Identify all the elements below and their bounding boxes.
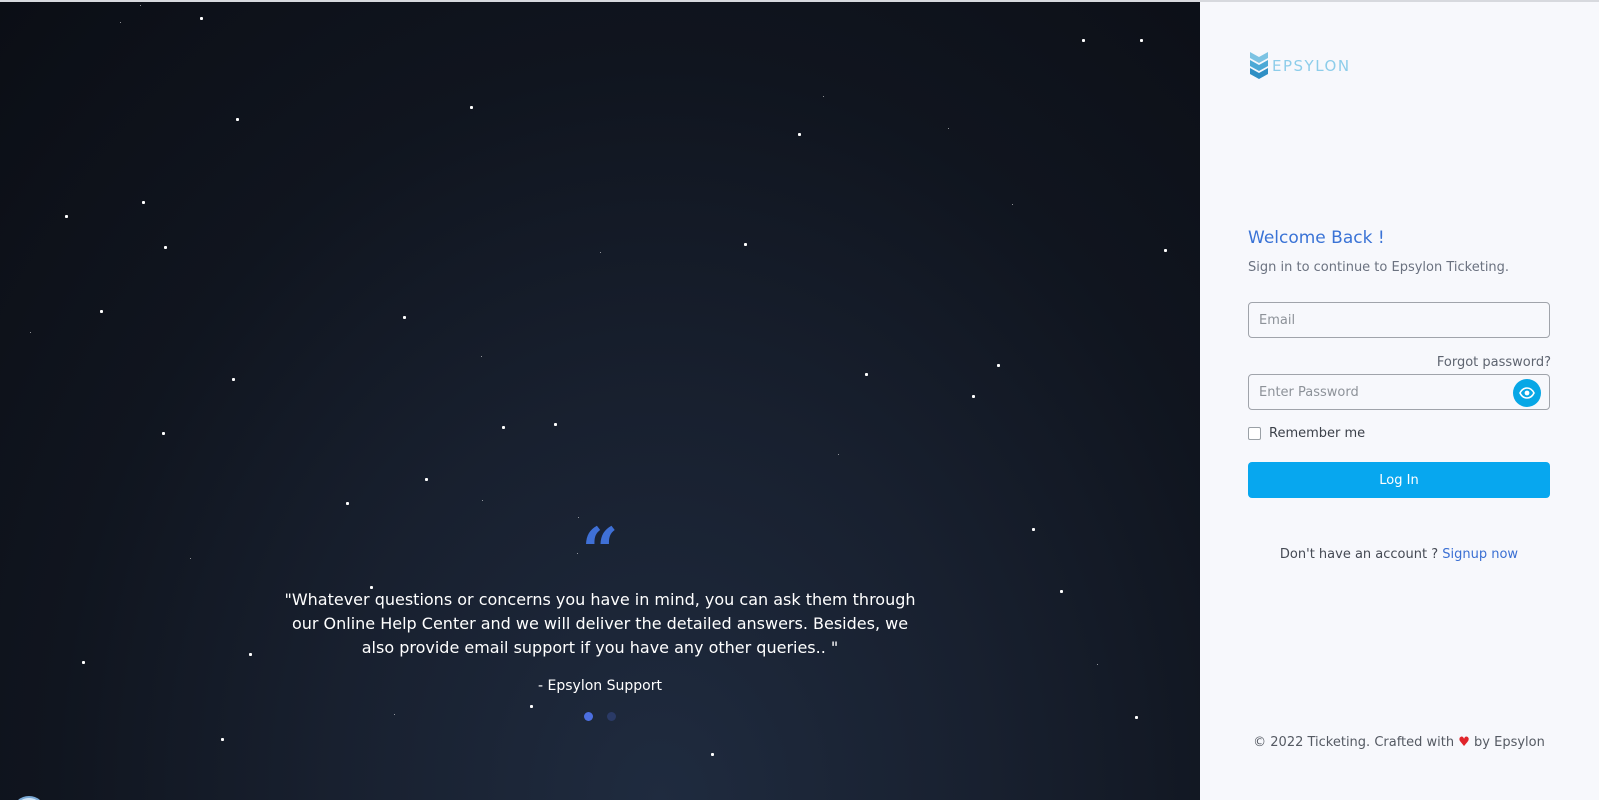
remember-me[interactable]: Remember me	[1248, 426, 1365, 441]
show-password-button[interactable]	[1513, 379, 1541, 407]
hero-panel: “ "Whatever questions or concerns you ha…	[0, 2, 1200, 800]
star	[221, 738, 224, 741]
star	[823, 96, 824, 97]
star	[1012, 204, 1013, 205]
forgot-password-link[interactable]: Forgot password?	[1437, 355, 1551, 370]
star	[948, 128, 949, 129]
remember-me-label: Remember me	[1269, 426, 1366, 441]
quote-icon: “	[581, 514, 619, 589]
star	[249, 653, 252, 656]
star	[82, 661, 85, 664]
star	[838, 454, 839, 455]
email-field-wrapper	[1248, 302, 1550, 338]
signup-prompt-text: Don't have an account ?	[1279, 547, 1443, 562]
star	[162, 432, 165, 435]
login-button[interactable]: Log In	[1248, 462, 1550, 498]
star	[346, 502, 349, 505]
welcome-subtitle: Sign in to continue to Epsylon Ticketing…	[1248, 260, 1510, 275]
remember-me-checkbox[interactable]	[1248, 427, 1261, 440]
chevron-stack-icon	[1248, 49, 1270, 83]
star	[865, 373, 868, 376]
brand-logo[interactable]: EPSYLON	[1248, 50, 1351, 82]
star	[481, 356, 482, 357]
star	[164, 246, 167, 249]
star	[232, 378, 235, 381]
footer-prefix: © 2022 Ticketing. Crafted with	[1253, 735, 1459, 750]
testimonial-text: "Whatever questions or concerns you have…	[284, 590, 916, 657]
heart-icon: ♥	[1458, 735, 1470, 750]
star	[972, 395, 975, 398]
star	[142, 201, 145, 204]
star	[403, 316, 406, 319]
star	[236, 118, 239, 121]
password-field-wrapper	[1248, 374, 1550, 410]
star	[482, 500, 483, 501]
star	[1060, 590, 1063, 593]
star	[30, 332, 31, 333]
star	[425, 478, 428, 481]
password-field[interactable]	[1249, 375, 1519, 409]
star	[578, 517, 579, 518]
testimonial: “ "Whatever questions or concerns you ha…	[280, 514, 920, 721]
chat-bubble-icon[interactable]	[12, 796, 46, 800]
email-field[interactable]	[1249, 303, 1519, 337]
star	[798, 133, 801, 136]
welcome-title: Welcome Back !	[1248, 228, 1385, 248]
signup-prompt: Don't have an account ? Signup now	[1248, 547, 1550, 562]
star	[554, 423, 557, 426]
star	[1082, 39, 1085, 42]
footer: © 2022 Ticketing. Crafted with ♥ by Epsy…	[1248, 735, 1550, 750]
star	[65, 215, 68, 218]
star	[1164, 249, 1167, 252]
star	[200, 17, 203, 20]
signup-link[interactable]: Signup now	[1442, 547, 1518, 562]
carousel-dot-1[interactable]	[584, 712, 593, 721]
brand-name: EPSYLON	[1272, 57, 1351, 75]
eye-icon	[1519, 387, 1535, 399]
star	[530, 705, 533, 708]
star	[1135, 716, 1138, 719]
star	[100, 310, 103, 313]
footer-suffix: by Epsylon	[1469, 735, 1545, 750]
star	[711, 753, 714, 756]
carousel-dot-2[interactable]	[607, 712, 616, 721]
star	[744, 243, 747, 246]
star	[502, 426, 505, 429]
star	[1032, 528, 1035, 531]
top-border	[0, 0, 1599, 2]
star	[1097, 664, 1098, 665]
carousel-indicators	[280, 712, 920, 721]
star	[190, 558, 191, 559]
testimonial-author: - Epsylon Support	[538, 678, 662, 694]
star	[120, 22, 121, 23]
star	[600, 252, 601, 253]
star	[470, 106, 473, 109]
login-panel: EPSYLON Welcome Back ! Sign in to contin…	[1200, 2, 1599, 800]
star	[997, 364, 1000, 367]
star	[1140, 39, 1143, 42]
star	[140, 5, 141, 6]
